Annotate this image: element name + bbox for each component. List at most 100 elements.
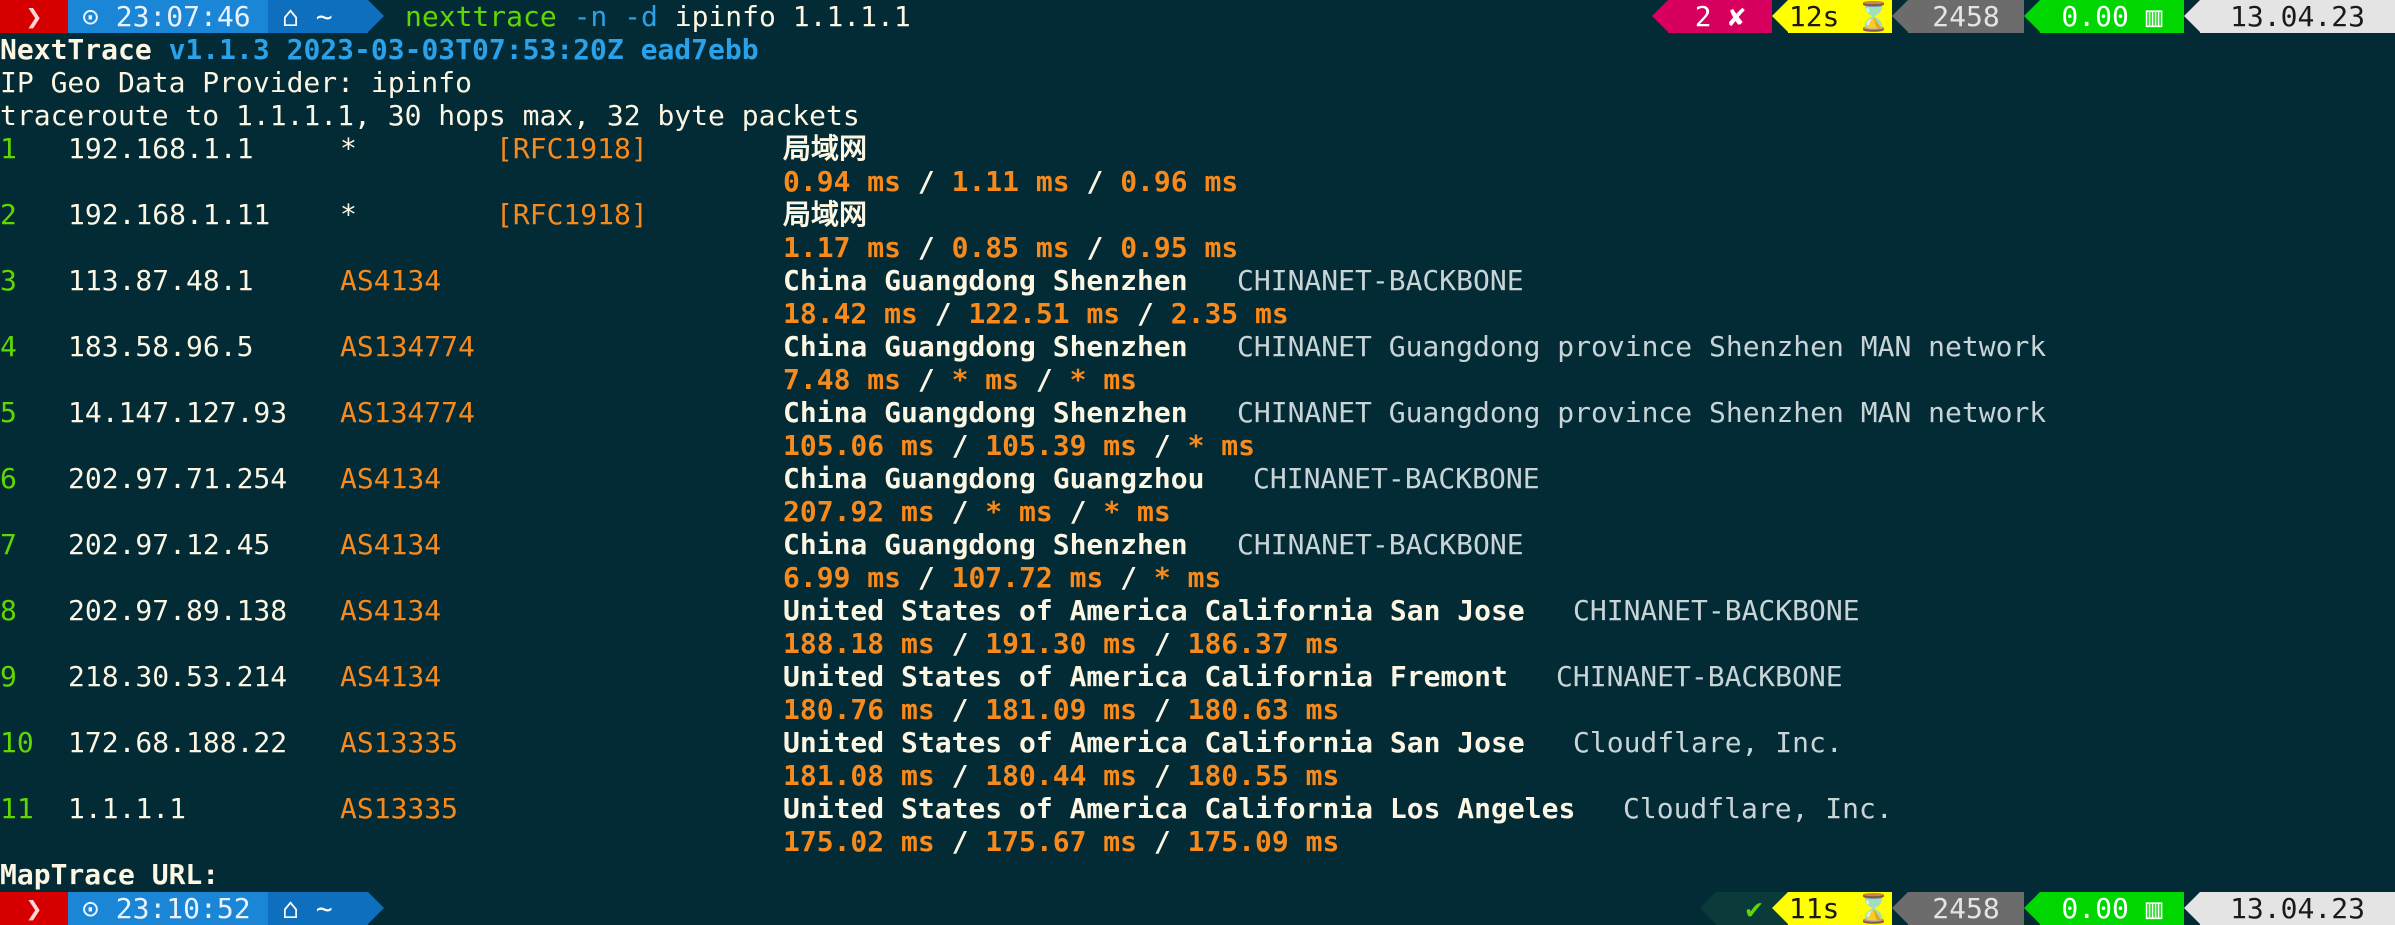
- prompt-directory: ⌂ ~: [268, 892, 368, 925]
- hop-asn: AS4134: [340, 462, 442, 495]
- terminal-window[interactable]: ❯ ⊙ 23:07:46 ⌂ ~ nexttrace -n -d ipinfo …: [0, 0, 2395, 925]
- os-icon: ❯: [0, 892, 68, 925]
- hop-owner: CHINANET-BACKBONE: [1556, 660, 1843, 693]
- hop-number: 8: [0, 594, 17, 627]
- hop-ip: 202.97.89.138: [68, 594, 288, 627]
- hop-row: 4 183.58.96.5 AS134774 China Guangdong Shen…: [0, 330, 2395, 363]
- rtt-separator: /: [1120, 561, 1138, 594]
- exit-status: 2 ✘: [1668, 0, 1772, 33]
- segment-arrow-icon: [2184, 0, 2200, 32]
- hop-geo: United States of America California San …: [783, 726, 1525, 759]
- rtt-value: 180.55 ms: [1187, 759, 1340, 792]
- rtt-value: 0.85 ms: [951, 231, 1070, 264]
- hop-asn: *: [340, 132, 357, 165]
- version-info: v1.1.3 2023-03-03T07:53:20Z ead7ebb: [168, 33, 759, 66]
- rtt-separator: /: [1086, 165, 1104, 198]
- hop-number: 2: [0, 198, 17, 231]
- provider-line: IP Geo Data Provider: ipinfo: [0, 66, 473, 99]
- rtt-value: * ms: [1153, 561, 1222, 594]
- hop-row: 7 202.97.12.45 AS4134 China Guangdong Shenz…: [0, 528, 2395, 561]
- hop-number: 4: [0, 330, 17, 363]
- hop-rtt-line: 175.02 ms / 175.67 ms / 175.09 ms: [783, 825, 1339, 858]
- history-number: 2458: [1908, 892, 2024, 925]
- hop-rtt-line: 180.76 ms / 181.09 ms / 180.63 ms: [783, 693, 1339, 726]
- hop-number: 5: [0, 396, 17, 429]
- rtt-value: * ms: [1069, 363, 1138, 396]
- hop-rtt-line: 207.92 ms / * ms / * ms: [783, 495, 1171, 528]
- hop-row: 3 113.87.48.1 AS4134 China Guangdong Shenzh…: [0, 264, 2395, 297]
- hop-ip: 1.1.1.1: [68, 792, 187, 825]
- segment-arrow-icon: [1652, 0, 1668, 32]
- hop-number: 11: [0, 792, 34, 825]
- hop-geo: 局域网: [783, 132, 868, 165]
- rtt-value: 0.94 ms: [783, 165, 902, 198]
- rtt-value: 122.51 ms: [968, 297, 1121, 330]
- hop-row: 9 218.30.53.214 AS4134 United States of Ame…: [0, 660, 2395, 693]
- hop-rtt-line: 6.99 ms / 107.72 ms / * ms: [783, 561, 1221, 594]
- hop-number: 3: [0, 264, 17, 297]
- hop-geo: China Guangdong Shenzhen: [783, 264, 1188, 297]
- hop-rtt-line: 105.06 ms / 105.39 ms / * ms: [783, 429, 1255, 462]
- rtt-value: 188.18 ms: [783, 627, 935, 660]
- rtt-value: 181.08 ms: [783, 759, 935, 792]
- rtt-value: 180.44 ms: [985, 759, 1138, 792]
- command-duration: 12s ⌛: [1788, 0, 1892, 33]
- hop-asn: AS13335: [340, 792, 459, 825]
- hop-row: 1 192.168.1.1 * [RFC1918] 局域网: [0, 132, 2395, 165]
- rtt-value: 175.67 ms: [985, 825, 1138, 858]
- hop-geo: China Guangdong Shenzhen: [783, 330, 1188, 363]
- hop-owner: CHINANET Guangdong province Shenzhen MAN…: [1237, 330, 2047, 363]
- hop-geo: China Guangdong Shenzhen: [783, 528, 1188, 561]
- prompt-arrow-icon: [368, 0, 384, 32]
- hop-asn: AS13335: [340, 726, 459, 759]
- hop-ip: 172.68.188.22: [68, 726, 288, 759]
- rtt-value: 105.06 ms: [783, 429, 935, 462]
- rtt-value: * ms: [985, 495, 1053, 528]
- rtt-separator: /: [951, 429, 969, 462]
- version-line: NextTrace v1.1.3 2023-03-03T07:53:20Z ea…: [0, 33, 759, 66]
- rtt-separator: /: [917, 165, 935, 198]
- rtt-value: * ms: [1187, 429, 1256, 462]
- rtt-separator: /: [951, 759, 969, 792]
- rtt-value: 181.09 ms: [985, 693, 1138, 726]
- rtt-value: 1.11 ms: [951, 165, 1070, 198]
- rtt-value: 107.72 ms: [951, 561, 1104, 594]
- command-duration: 11s ⌛: [1788, 892, 1892, 925]
- hop-ip: 218.30.53.214: [68, 660, 288, 693]
- hop-geo: United States of America California Los …: [783, 792, 1576, 825]
- rtt-value: 105.39 ms: [985, 429, 1138, 462]
- prompt-date: 13.04.23: [2200, 892, 2395, 925]
- hop-asn: AS134774: [340, 396, 475, 429]
- rtt-separator: /: [917, 231, 935, 264]
- command-line[interactable]: nexttrace -n -d ipinfo 1.1.1.1: [405, 0, 911, 33]
- hop-ip: 202.97.12.45: [68, 528, 271, 561]
- prompt-directory: ⌂ ~: [268, 0, 368, 33]
- rtt-value: 180.63 ms: [1187, 693, 1340, 726]
- load-average: 0.00 ▥: [2040, 892, 2184, 925]
- rtt-value: 1.17 ms: [783, 231, 902, 264]
- segment-arrow-icon: [1892, 892, 1908, 924]
- hop-row: 5 14.147.127.93 AS134774 China Guangdong Sh…: [0, 396, 2395, 429]
- top-prompt-bar: ❯ ⊙ 23:07:46 ⌂ ~ nexttrace -n -d ipinfo …: [0, 0, 2395, 33]
- hop-asn: AS4134: [340, 594, 442, 627]
- hop-asn: AS134774: [340, 330, 475, 363]
- rtt-separator: /: [951, 495, 969, 528]
- hop-row: 6 202.97.71.254 AS4134 China Guangdong Guan…: [0, 462, 2395, 495]
- rtt-separator: /: [917, 561, 935, 594]
- segment-arrow-icon: [2024, 0, 2040, 32]
- hop-ip: 113.87.48.1: [68, 264, 254, 297]
- hop-row: 8 202.97.89.138 AS4134 United States of Ame…: [0, 594, 2395, 627]
- rtt-value: 207.92 ms: [783, 495, 935, 528]
- rtt-separator: /: [1035, 363, 1053, 396]
- prompt-time: ⊙ 23:10:52: [68, 892, 268, 925]
- rtt-separator: /: [1086, 231, 1104, 264]
- os-icon: ❯: [0, 0, 68, 33]
- rtt-separator: /: [1153, 693, 1171, 726]
- hop-geo: 局域网: [783, 198, 868, 231]
- segment-arrow-icon: [1772, 892, 1788, 924]
- rtt-value: 191.30 ms: [985, 627, 1138, 660]
- segment-arrow-icon: [2024, 892, 2040, 924]
- hop-ip: 202.97.71.254: [68, 462, 288, 495]
- hop-ip: 14.147.127.93: [68, 396, 288, 429]
- hop-asn: AS4134: [340, 660, 442, 693]
